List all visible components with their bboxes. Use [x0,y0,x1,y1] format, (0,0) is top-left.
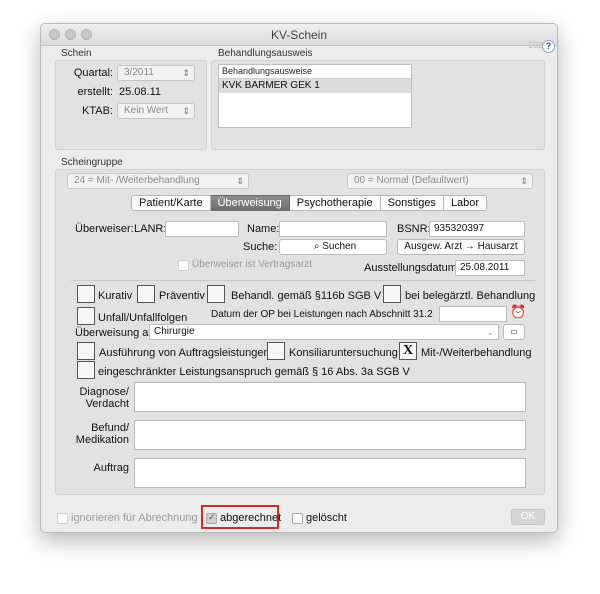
abrechnungsart-value: 00 = Normal (Defaultwert) [354,175,469,186]
ignorieren-label: ignorieren für Abrechnung [71,512,198,524]
kurativ-checkbox[interactable] [77,285,95,303]
auftrag-textarea[interactable] [134,458,526,488]
tab-ueberweisung[interactable]: Überweisung [210,195,290,211]
diagnose-textarea[interactable] [134,382,526,412]
ueberweiser-label: Überweiser: [75,223,134,235]
eingeschraenkt-label: eingeschränkter Leistungsanspruch gemäß … [98,366,410,378]
suche-label: Suche: [243,241,278,253]
vertragsarzt-checkbox[interactable] [178,260,189,271]
divider [71,280,535,281]
bsnr-label: BSNR: [397,223,431,235]
ktab-value: Kein Wert [124,105,168,116]
abgerechnet-label: abgerechnet [220,512,282,524]
abrechnungsart-select[interactable]: 00 = Normal (Defaultwert) ⇕ [347,173,533,189]
mitweiter-label: Mit-/Weiterbehandlung [421,347,532,359]
ausstellungsdatum-input[interactable]: 25.08.2011 [455,260,525,276]
tab-bar: Patient/Karte Überweisung Psychotherapie… [131,195,488,211]
erstellt-label: erstellt: [77,86,113,98]
diagnose-label-line1: Diagnose/ [79,386,129,398]
behandl-116b-checkbox[interactable] [207,285,225,303]
version-number: 192 [527,40,543,50]
ausfuehrung-label: Ausführung von Auftragsleistungen [99,347,270,359]
datum-op-input[interactable] [439,306,507,322]
updown-icon: ⇕ [236,176,244,186]
tab-labor[interactable]: Labor [443,195,488,211]
quartal-select[interactable]: 3/2011 ⇕ [117,65,195,81]
suche-placeholder: Suchen [322,241,357,252]
ueberweisung-an-label: Überweisung an [75,327,155,339]
lanr-label: LANR: [134,223,167,235]
search-icon: ⌕ [313,241,320,252]
schein-section-label: Schein [61,48,92,59]
alarm-clock-icon[interactable]: ⏰ [510,304,526,320]
mitweiter-checkbox[interactable] [399,342,417,360]
scheingruppe-select[interactable]: 24 = Mit- /Weiterbehandlung ⇕ [67,173,249,189]
list-item[interactable]: KVK BARMER GEK 1 [219,79,411,93]
behandl-116b-label: Behandl. gemäß §116b SGB V [231,290,382,302]
ktab-label: KTAB: [82,105,113,117]
ausgew-arzt-hausarzt-button[interactable]: Ausgew. Arzt → Hausarzt [397,239,525,255]
konsiliar-checkbox[interactable] [267,342,285,360]
behandlungsausweis-list[interactable]: Behandlungsausweise KVK BARMER GEK 1 [218,64,412,128]
list-header: Behandlungsausweise [219,65,411,79]
kv-schein-window: KV-Schein 192 ? Schein Quartal: 3/2011 ⇕… [40,23,558,533]
ignorieren-checkbox[interactable] [57,513,68,524]
erstellt-value: 25.08.11 [119,86,162,98]
tab-sonstiges[interactable]: Sonstiges [380,195,444,211]
diagnose-label: Diagnose/ Verdacht [71,386,129,410]
title-bar: KV-Schein [41,24,557,46]
tab-psychotherapie[interactable]: Psychotherapie [289,195,381,211]
kurativ-label: Kurativ [98,290,133,302]
lanr-input[interactable] [165,221,239,237]
befund-label-line1: Befund/ [91,422,129,434]
scheingruppe-value: 24 = Mit- /Weiterbehandlung [74,175,200,186]
chevron-down-icon: ⌄ [486,327,494,337]
belegaerztl-checkbox[interactable] [383,285,401,303]
ueberweisung-an-combobox[interactable]: Chirurgie ⌄ [149,324,499,340]
auftrag-label: Auftrag [93,462,129,474]
befund-label: Befund/ Medikation [71,422,129,446]
quartal-label: Quartal: [73,67,113,79]
window-title: KV-Schein [270,28,328,42]
abgerechnet-checkbox[interactable] [206,512,217,524]
befund-textarea[interactable] [134,420,526,450]
quartal-value: 3/2011 [124,67,154,78]
vertragsarzt-label: Überweiser ist Vertragsarzt [192,259,313,270]
eingeschraenkt-checkbox[interactable] [77,361,95,379]
praeventiv-label: Präventiv [159,290,205,302]
geloescht-label: gelöscht [306,512,347,524]
ktab-select[interactable]: Kein Wert ⇕ [117,103,195,119]
praeventiv-checkbox[interactable] [137,285,155,303]
ueberweisung-an-value: Chirurgie [154,326,195,337]
scheingruppe-section-label: Scheingruppe [61,157,123,168]
behandlungsausweis-section-label: Behandlungsausweis [218,48,313,59]
geloescht-checkbox[interactable] [292,513,303,524]
unfall-label: Unfall/Unfallfolgen [98,312,188,324]
card-reader-button[interactable]: ▭ [503,324,525,340]
card-icon: ▭ [510,327,518,336]
ausfuehrung-checkbox[interactable] [77,342,95,360]
unfall-checkbox[interactable] [77,307,95,325]
help-icon[interactable]: ? [542,40,555,53]
belegaerztl-label: bei belegärztl. Behandlung [405,290,536,302]
updown-icon: ⇕ [182,106,190,116]
name-label: Name: [247,223,280,235]
name-input[interactable] [279,221,387,237]
updown-icon: ⇕ [182,68,190,78]
ausstellungsdatum-label: Ausstellungsdatum: [364,262,460,274]
diagnose-label-line2: Verdacht [85,398,129,410]
suche-input[interactable]: ⌕ Suchen [279,239,387,255]
bsnr-input[interactable]: 935320397 [429,221,525,237]
konsiliar-label: Konsiliaruntersuchung [289,347,398,359]
datum-op-label: Datum der OP bei Leistungen nach Abschni… [211,309,433,320]
ok-button[interactable]: OK [511,509,545,525]
updown-icon: ⇕ [520,176,528,186]
tab-patient-karte[interactable]: Patient/Karte [131,195,211,211]
befund-label-line2: Medikation [75,434,129,446]
